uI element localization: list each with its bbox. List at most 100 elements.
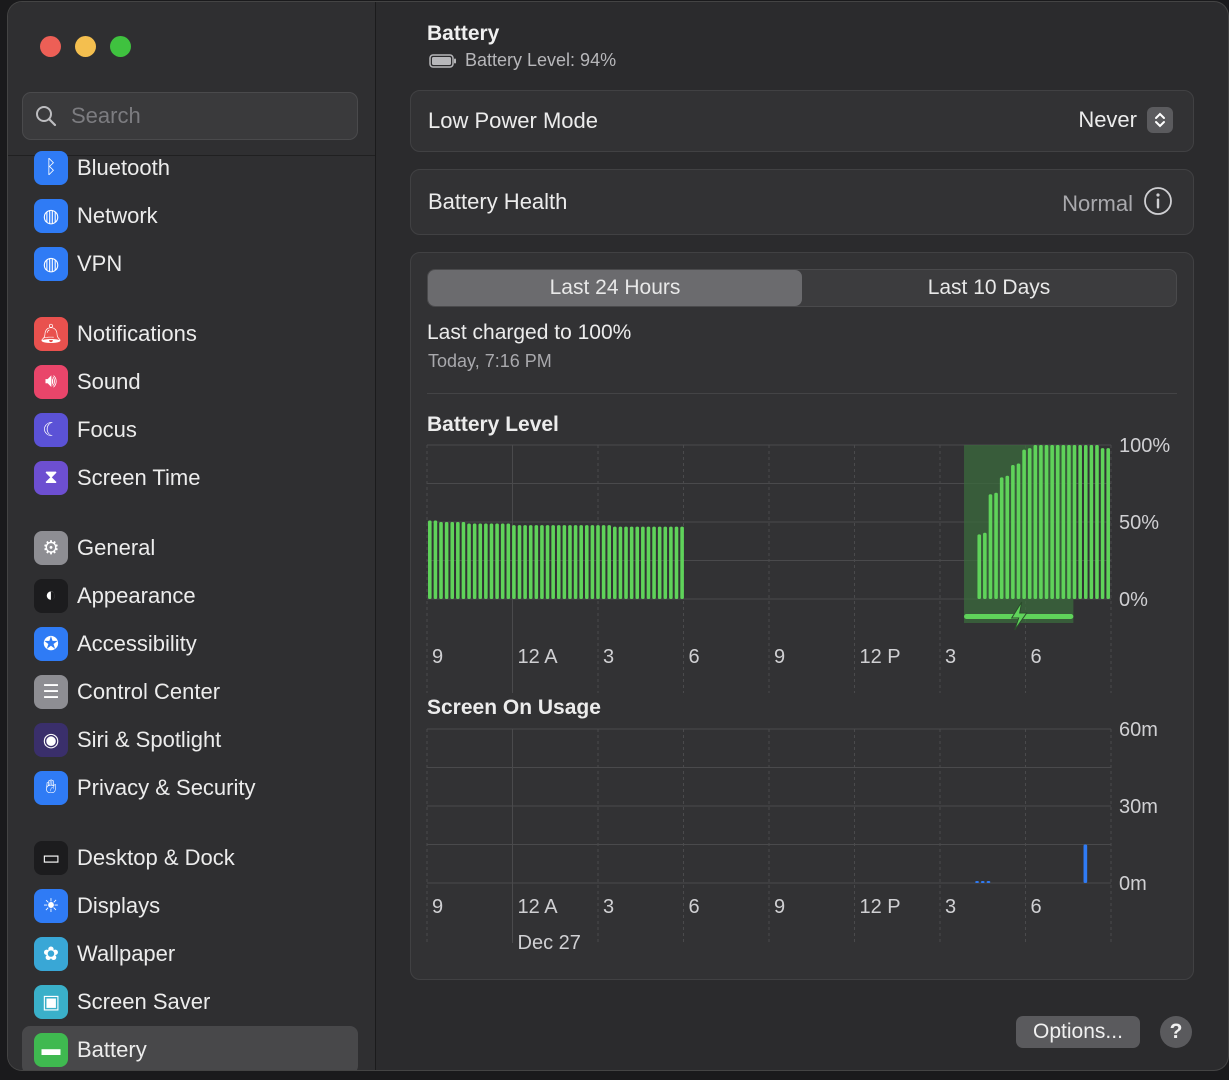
chart-bar: [523, 525, 527, 599]
y-tick-label: 0%: [1119, 589, 1148, 611]
chart-bar: [1061, 445, 1066, 599]
info-icon[interactable]: [1143, 186, 1173, 222]
sidebar-item-siri-spotlight[interactable]: ◉ Siri & Spotlight: [22, 716, 358, 764]
chart-bar: [980, 881, 985, 883]
x-tick-label: 12 P: [860, 646, 901, 668]
chart-bar: [1067, 445, 1071, 599]
x-tick-label: 9: [432, 646, 443, 668]
chart-bar: [663, 526, 668, 599]
x-tick-label: 3: [603, 896, 614, 918]
chart-bar: [456, 522, 460, 599]
chart-bar: [478, 523, 483, 599]
chart-bar: [495, 523, 499, 599]
globe-icon: ◍: [34, 199, 68, 233]
search-field[interactable]: [22, 92, 358, 140]
y-tick-label: 30m: [1119, 796, 1158, 818]
x-tick-label: 6: [1031, 896, 1042, 918]
battery-level-text: Battery Level: 94%: [465, 50, 617, 70]
sidebar-item-sound[interactable]: 🔊︎ Sound: [22, 358, 358, 406]
moon-icon: ☾: [34, 413, 68, 447]
traffic-lights: [40, 36, 131, 57]
sidebar-item-screen-saver[interactable]: ▣ Screen Saver: [22, 978, 358, 1026]
zoom-button[interactable]: [110, 36, 131, 57]
chart-bar: [467, 523, 471, 599]
sidebar-item-bluetooth[interactable]: ᛒ Bluetooth: [22, 144, 358, 192]
sidebar-item-label: Bluetooth: [77, 155, 170, 180]
chart-bar: [1044, 445, 1049, 599]
low-power-mode-popup[interactable]: Never: [1078, 107, 1173, 133]
chart-bar: [983, 532, 987, 599]
chart-bar: [1100, 448, 1105, 599]
chart-bar: [1055, 445, 1060, 599]
chart-bar: [1022, 449, 1026, 599]
minimize-button[interactable]: [75, 36, 96, 57]
sidebar-item-label: Battery: [77, 1037, 147, 1062]
chart-bar: [635, 526, 640, 599]
close-button[interactable]: [40, 36, 61, 57]
sidebar-item-appearance[interactable]: ◐ Appearance: [22, 572, 358, 620]
battery-icon: ▬: [34, 1033, 68, 1067]
sidebar-item-general[interactable]: ⚙ General: [22, 524, 358, 572]
chart-bar: [988, 494, 993, 599]
search-input[interactable]: [69, 102, 333, 130]
chart-bar: [657, 526, 662, 599]
chart-bar: [506, 523, 511, 599]
sidebar-item-wallpaper[interactable]: ✿ Wallpaper: [22, 930, 358, 978]
chart-bar: [439, 522, 443, 599]
low-power-mode-value: Never: [1078, 107, 1137, 132]
sidebar-item-focus[interactable]: ☾ Focus: [22, 406, 358, 454]
chart-bar: [484, 523, 488, 599]
help-button[interactable]: ?: [1160, 1016, 1192, 1048]
chart-bar: [1106, 448, 1110, 599]
y-tick-label: 0m: [1119, 873, 1147, 895]
y-tick-label: 50%: [1119, 512, 1159, 534]
sidebar-item-desktop-dock[interactable]: ▭ Desktop & Dock: [22, 834, 358, 882]
sidebar-item-notifications[interactable]: 🔔︎ Notifications: [22, 310, 358, 358]
sidebar-item-label: Focus: [77, 417, 137, 442]
battery-icon: [429, 53, 456, 68]
accessibility-icon: ✪: [34, 627, 68, 661]
chart-bar: [624, 526, 628, 599]
search-icon: [36, 106, 57, 127]
sidebar-item-displays[interactable]: ☀ Displays: [22, 882, 358, 930]
settings-window: ᛒ Bluetooth ◍ Network ◍ VPN 🔔︎ Notifications 🔊︎ S…: [8, 2, 1228, 1070]
speaker-icon: 🔊︎: [34, 365, 68, 399]
x-tick-label: 3: [945, 646, 956, 668]
chart-bar: [680, 526, 684, 599]
chart-bar: [1011, 465, 1015, 599]
sidebar-item-accessibility[interactable]: ✪ Accessibility: [22, 620, 358, 668]
sidebar-item-control-center[interactable]: ☰ Control Center: [22, 668, 358, 716]
appearance-icon: ◐: [34, 579, 68, 613]
chart-bar: [489, 523, 494, 599]
chart-bar: [596, 525, 600, 599]
sidebar-item-label: Siri & Spotlight: [77, 727, 222, 752]
sidebar-item-screen-time[interactable]: ⧗ Screen Time: [22, 454, 358, 502]
usage-history-card: Last 24 Hours Last 10 Days Last charged …: [410, 252, 1194, 980]
chart-bar: [472, 523, 477, 599]
x-tick-label: 6: [689, 896, 700, 918]
sidebar-item-label: Network: [77, 203, 158, 228]
chart-bar: [461, 522, 466, 599]
sidebar-item-privacy-security[interactable]: ✋︎ Privacy & Security: [22, 764, 358, 812]
chart-bar: [1089, 445, 1094, 599]
battery-health-label: Battery Health: [428, 189, 568, 214]
x-tick-label: 3: [945, 896, 956, 918]
flower-icon: ✿: [34, 937, 68, 971]
chart-bar: [540, 525, 544, 599]
sidebar: ᛒ Bluetooth ◍ Network ◍ VPN 🔔︎ Notifications 🔊︎ S…: [8, 2, 376, 1070]
battery-health-value: Normal: [1062, 191, 1133, 216]
sidebar-item-vpn[interactable]: ◍ VPN: [22, 240, 358, 288]
options-button[interactable]: Options...: [1016, 1016, 1140, 1048]
chart-bar: [556, 525, 561, 599]
chart-bar: [584, 525, 589, 599]
sidebar-item-battery[interactable]: ▬ Battery: [22, 1026, 358, 1070]
chart-bar: [428, 520, 432, 599]
chart-bar: [1095, 445, 1099, 599]
chart-bar: [669, 526, 673, 599]
sidebar-item-label: Desktop & Dock: [77, 845, 235, 870]
sidebar-item-network[interactable]: ◍ Network: [22, 192, 358, 240]
chart-bar: [607, 525, 612, 599]
low-power-mode-row: Low Power Mode Never: [410, 90, 1194, 152]
x-tick-label: 12 P: [860, 896, 901, 918]
chart-bar: [512, 525, 516, 599]
